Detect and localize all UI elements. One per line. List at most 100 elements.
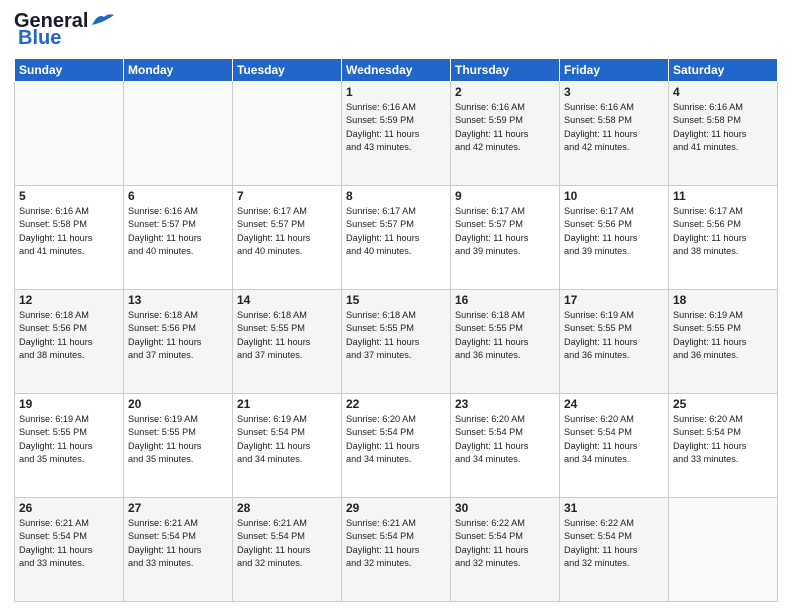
weekday-header-wednesday: Wednesday — [342, 59, 451, 82]
day-number: 2 — [455, 85, 555, 99]
logo: General Blue — [14, 10, 116, 50]
day-cell-28: 28 Sunrise: 6:21 AM Sunset: 5:54 PM Dayli… — [233, 498, 342, 602]
day-cell-24: 24 Sunrise: 6:20 AM Sunset: 5:54 PM Dayli… — [560, 394, 669, 498]
day-info: Sunrise: 6:16 AM Sunset: 5:58 PM Dayligh… — [19, 205, 119, 258]
day-cell-8: 8 Sunrise: 6:17 AM Sunset: 5:57 PM Daylig… — [342, 186, 451, 290]
day-number: 4 — [673, 85, 773, 99]
day-cell-29: 29 Sunrise: 6:21 AM Sunset: 5:54 PM Dayli… — [342, 498, 451, 602]
day-info: Sunrise: 6:21 AM Sunset: 5:54 PM Dayligh… — [19, 517, 119, 570]
day-cell-20: 20 Sunrise: 6:19 AM Sunset: 5:55 PM Dayli… — [124, 394, 233, 498]
day-cell-26: 26 Sunrise: 6:21 AM Sunset: 5:54 PM Dayli… — [15, 498, 124, 602]
day-cell-2: 2 Sunrise: 6:16 AM Sunset: 5:59 PM Daylig… — [451, 82, 560, 186]
day-info: Sunrise: 6:19 AM Sunset: 5:55 PM Dayligh… — [128, 413, 228, 466]
day-info: Sunrise: 6:17 AM Sunset: 5:57 PM Dayligh… — [237, 205, 337, 258]
day-number: 17 — [564, 293, 664, 307]
weekday-header-thursday: Thursday — [451, 59, 560, 82]
day-number: 15 — [346, 293, 446, 307]
calendar-page: General Blue SundayMondayTuesdayWednesda… — [0, 0, 792, 612]
day-info: Sunrise: 6:19 AM Sunset: 5:55 PM Dayligh… — [673, 309, 773, 362]
day-number: 21 — [237, 397, 337, 411]
day-number: 8 — [346, 189, 446, 203]
day-info: Sunrise: 6:18 AM Sunset: 5:56 PM Dayligh… — [19, 309, 119, 362]
day-info: Sunrise: 6:20 AM Sunset: 5:54 PM Dayligh… — [455, 413, 555, 466]
day-info: Sunrise: 6:21 AM Sunset: 5:54 PM Dayligh… — [237, 517, 337, 570]
day-info: Sunrise: 6:20 AM Sunset: 5:54 PM Dayligh… — [673, 413, 773, 466]
day-cell-7: 7 Sunrise: 6:17 AM Sunset: 5:57 PM Daylig… — [233, 186, 342, 290]
day-info: Sunrise: 6:21 AM Sunset: 5:54 PM Dayligh… — [346, 517, 446, 570]
day-info: Sunrise: 6:20 AM Sunset: 5:54 PM Dayligh… — [564, 413, 664, 466]
day-number: 20 — [128, 397, 228, 411]
day-cell-30: 30Sunrise: 6:22 AM Sunset: 5:54 PM Dayli… — [451, 498, 560, 602]
day-number: 7 — [237, 189, 337, 203]
day-info: Sunrise: 6:19 AM Sunset: 5:54 PM Dayligh… — [237, 413, 337, 466]
day-cell-23: 23 Sunrise: 6:20 AM Sunset: 5:54 PM Dayli… — [451, 394, 560, 498]
day-info: Sunrise: 6:18 AM Sunset: 5:55 PM Dayligh… — [346, 309, 446, 362]
day-number: 9 — [455, 189, 555, 203]
day-number: 23 — [455, 397, 555, 411]
day-number: 19 — [19, 397, 119, 411]
weekday-header-tuesday: Tuesday — [233, 59, 342, 82]
day-cell-10: 10Sunrise: 6:17 AM Sunset: 5:56 PM Dayli… — [560, 186, 669, 290]
day-number: 30 — [455, 501, 555, 515]
day-info: Sunrise: 6:17 AM Sunset: 5:57 PM Dayligh… — [455, 205, 555, 258]
day-cell-11: 11 Sunrise: 6:17 AM Sunset: 5:56 PM Dayli… — [669, 186, 778, 290]
week-row-4: 19 Sunrise: 6:19 AM Sunset: 5:55 PM Dayli… — [15, 394, 778, 498]
day-info: Sunrise: 6:21 AM Sunset: 5:54 PM Dayligh… — [128, 517, 228, 570]
day-info: Sunrise: 6:17 AM Sunset: 5:57 PM Dayligh… — [346, 205, 446, 258]
day-number: 26 — [19, 501, 119, 515]
day-cell-19: 19 Sunrise: 6:19 AM Sunset: 5:55 PM Dayli… — [15, 394, 124, 498]
day-info: Sunrise: 6:19 AM Sunset: 5:55 PM Dayligh… — [564, 309, 664, 362]
day-number: 1 — [346, 85, 446, 99]
week-row-2: 5Sunrise: 6:16 AM Sunset: 5:58 PM Daylig… — [15, 186, 778, 290]
day-number: 25 — [673, 397, 773, 411]
day-cell-18: 18 Sunrise: 6:19 AM Sunset: 5:55 PM Dayli… — [669, 290, 778, 394]
week-row-5: 26 Sunrise: 6:21 AM Sunset: 5:54 PM Dayli… — [15, 498, 778, 602]
empty-cell — [233, 82, 342, 186]
day-number: 22 — [346, 397, 446, 411]
day-cell-22: 22Sunrise: 6:20 AM Sunset: 5:54 PM Dayli… — [342, 394, 451, 498]
day-cell-21: 21 Sunrise: 6:19 AM Sunset: 5:54 PM Dayli… — [233, 394, 342, 498]
day-info: Sunrise: 6:16 AM Sunset: 5:58 PM Dayligh… — [564, 101, 664, 154]
day-number: 18 — [673, 293, 773, 307]
day-cell-25: 25 Sunrise: 6:20 AM Sunset: 5:54 PM Dayli… — [669, 394, 778, 498]
day-info: Sunrise: 6:17 AM Sunset: 5:56 PM Dayligh… — [673, 205, 773, 258]
day-cell-14: 14 Sunrise: 6:18 AM Sunset: 5:55 PM Dayli… — [233, 290, 342, 394]
day-number: 13 — [128, 293, 228, 307]
day-cell-3: 3Sunrise: 6:16 AM Sunset: 5:58 PM Daylig… — [560, 82, 669, 186]
weekday-header-friday: Friday — [560, 59, 669, 82]
day-number: 27 — [128, 501, 228, 515]
calendar-table: SundayMondayTuesdayWednesdayThursdayFrid… — [14, 58, 778, 602]
day-cell-17: 17 Sunrise: 6:19 AM Sunset: 5:55 PM Dayli… — [560, 290, 669, 394]
day-info: Sunrise: 6:22 AM Sunset: 5:54 PM Dayligh… — [564, 517, 664, 570]
day-number: 24 — [564, 397, 664, 411]
day-info: Sunrise: 6:16 AM Sunset: 5:57 PM Dayligh… — [128, 205, 228, 258]
logo-bird-icon — [90, 11, 116, 29]
day-number: 14 — [237, 293, 337, 307]
day-number: 11 — [673, 189, 773, 203]
weekday-header-saturday: Saturday — [669, 59, 778, 82]
day-cell-31: 31 Sunrise: 6:22 AM Sunset: 5:54 PM Dayli… — [560, 498, 669, 602]
weekday-header-monday: Monday — [124, 59, 233, 82]
day-info: Sunrise: 6:18 AM Sunset: 5:56 PM Dayligh… — [128, 309, 228, 362]
day-info: Sunrise: 6:16 AM Sunset: 5:58 PM Dayligh… — [673, 101, 773, 154]
day-info: Sunrise: 6:16 AM Sunset: 5:59 PM Dayligh… — [455, 101, 555, 154]
day-cell-12: 12 Sunrise: 6:18 AM Sunset: 5:56 PM Dayli… — [15, 290, 124, 394]
header: General Blue — [14, 10, 778, 50]
day-number: 16 — [455, 293, 555, 307]
day-number: 12 — [19, 293, 119, 307]
day-cell-1: 1 Sunrise: 6:16 AM Sunset: 5:59 PM Daylig… — [342, 82, 451, 186]
logo-blue: Blue — [18, 27, 61, 50]
day-cell-5: 5Sunrise: 6:16 AM Sunset: 5:58 PM Daylig… — [15, 186, 124, 290]
day-info: Sunrise: 6:18 AM Sunset: 5:55 PM Dayligh… — [237, 309, 337, 362]
day-cell-13: 13 Sunrise: 6:18 AM Sunset: 5:56 PM Dayli… — [124, 290, 233, 394]
day-cell-9: 9 Sunrise: 6:17 AM Sunset: 5:57 PM Daylig… — [451, 186, 560, 290]
day-info: Sunrise: 6:19 AM Sunset: 5:55 PM Dayligh… — [19, 413, 119, 466]
day-cell-15: 15 Sunrise: 6:18 AM Sunset: 5:55 PM Dayli… — [342, 290, 451, 394]
day-number: 29 — [346, 501, 446, 515]
day-cell-16: 16Sunrise: 6:18 AM Sunset: 5:55 PM Dayli… — [451, 290, 560, 394]
day-number: 31 — [564, 501, 664, 515]
day-cell-6: 6Sunrise: 6:16 AM Sunset: 5:57 PM Daylig… — [124, 186, 233, 290]
week-row-3: 12 Sunrise: 6:18 AM Sunset: 5:56 PM Dayli… — [15, 290, 778, 394]
day-info: Sunrise: 6:16 AM Sunset: 5:59 PM Dayligh… — [346, 101, 446, 154]
day-number: 28 — [237, 501, 337, 515]
